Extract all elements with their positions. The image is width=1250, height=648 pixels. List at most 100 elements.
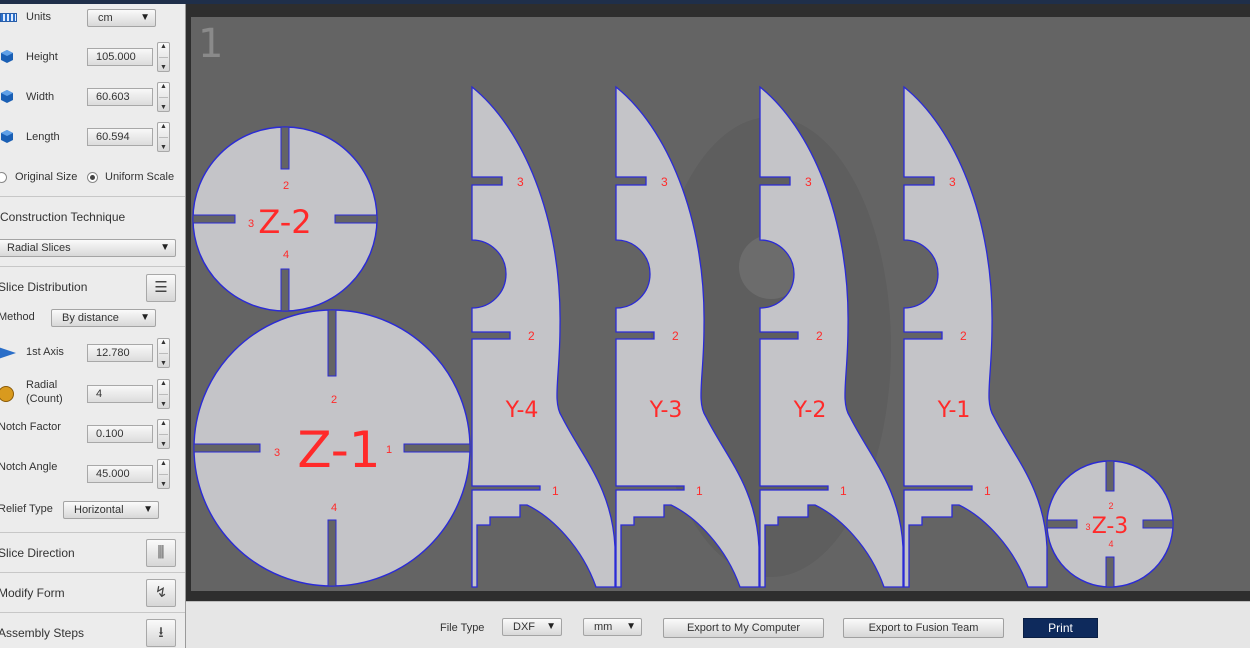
part-y4-notch-1: 1 <box>552 484 559 498</box>
original-size-radio[interactable] <box>0 172 7 183</box>
settings-panel: Units cm ▼ Height 105.000 Width 60.603 Le… <box>0 4 186 648</box>
part-y1-notch-3: 3 <box>949 175 956 189</box>
part-y1[interactable]: Y-1 3 2 1 <box>903 85 1048 588</box>
part-y3-notch-3: 3 <box>661 175 668 189</box>
slicer-app: Units cm ▼ Height 105.000 Width 60.603 Le… <box>0 0 1250 648</box>
part-z2-notch-bottom: 4 <box>283 249 289 261</box>
modify-form-section[interactable]: Modify Form ↯ <box>0 572 185 612</box>
radial-count-stepper[interactable] <box>157 379 170 409</box>
notch-angle-stepper[interactable] <box>157 459 170 489</box>
file-type-label: File Type <box>440 622 485 634</box>
part-z1-label: Z-1 <box>297 421 380 479</box>
notch-factor-label: Notch Factor <box>0 421 61 433</box>
part-y1-notch-2: 2 <box>960 329 967 343</box>
part-z2-label: Z-2 <box>258 203 311 241</box>
first-axis-input[interactable]: 12.780 <box>87 344 153 362</box>
construction-select[interactable]: Radial Slices ▼ <box>0 239 176 257</box>
part-z3-label: Z-3 <box>1092 514 1129 539</box>
length-label: Length <box>26 131 60 143</box>
part-y4-notch-2: 2 <box>528 329 535 343</box>
construction-value: Radial Slices <box>7 242 71 254</box>
modify-form-title: Modify Form <box>0 586 65 600</box>
part-z1[interactable]: Z-1 2 3 1 4 <box>193 309 471 587</box>
length-cube-icon <box>1 130 13 143</box>
part-y3-label: Y-3 <box>649 398 683 423</box>
axis-arrow-icon <box>0 347 16 359</box>
height-input[interactable]: 105.000 <box>87 48 153 66</box>
slice-distribution-title: Slice Distribution <box>0 280 88 294</box>
part-z1-notch-bottom: 4 <box>331 502 337 514</box>
units-icon <box>0 13 17 22</box>
chevron-down-icon: ▼ <box>546 621 556 632</box>
notch-factor-stepper[interactable] <box>157 419 170 449</box>
units-value: cm <box>98 12 113 24</box>
slices-icon: ⫼ <box>157 544 165 561</box>
part-y4[interactable]: Y-4 3 2 1 <box>471 85 616 588</box>
radial-circle-icon <box>0 386 14 402</box>
radial-count-label: (Count) <box>26 393 63 405</box>
construction-title: Construction Technique <box>0 210 126 224</box>
export-to-computer-button[interactable]: Export to My Computer <box>663 618 824 638</box>
part-z3[interactable]: Z-3 2 3 4 <box>1046 460 1174 588</box>
units-select[interactable]: cm ▼ <box>87 9 156 27</box>
assembly-steps-section[interactable]: Assembly Steps ⭳ <box>0 612 185 648</box>
part-y2-notch-1: 1 <box>840 484 847 498</box>
part-y3-notch-2: 2 <box>672 329 679 343</box>
file-type-value: DXF <box>513 621 535 633</box>
part-z2-notch-top: 2 <box>283 180 289 192</box>
original-size-label: Original Size <box>15 171 78 183</box>
file-type-select[interactable]: DXF ▼ <box>502 618 562 636</box>
notch-factor-input[interactable]: 0.100 <box>87 425 153 443</box>
uniform-scale-radio[interactable] <box>87 172 98 183</box>
curve-icon: ↯ <box>154 584 168 601</box>
parts-drawing: Z-2 2 3 4 Z-1 2 3 1 4 Z-3 2 3 4 Y-4 3 2 … <box>192 85 1174 588</box>
assembly-steps-button[interactable]: ⭳ <box>146 619 176 647</box>
part-z3-notch-left: 3 <box>1085 522 1090 532</box>
length-input[interactable]: 60.594 <box>87 128 153 146</box>
part-y4-notch-3: 3 <box>517 175 524 189</box>
relief-type-value: Horizontal <box>74 504 124 516</box>
export-to-fusion-button[interactable]: Export to Fusion Team <box>843 618 1004 638</box>
part-y2-notch-3: 3 <box>805 175 812 189</box>
units-label: Units <box>26 11 52 23</box>
width-cube-icon <box>1 90 13 103</box>
construction-section: Construction Technique Radial Slices ▼ <box>0 196 185 266</box>
export-unit-select[interactable]: mm ▼ <box>583 618 642 636</box>
chevron-down-icon: ▼ <box>160 242 170 253</box>
chevron-down-icon: ▼ <box>140 312 150 323</box>
part-z3-notch-top: 2 <box>1108 501 1113 511</box>
width-input[interactable]: 60.603 <box>87 88 153 106</box>
method-select[interactable]: By distance ▼ <box>51 309 156 327</box>
modify-form-button[interactable]: ↯ <box>146 579 176 607</box>
notch-angle-label: Notch Angle <box>0 461 58 473</box>
print-button[interactable]: Print <box>1023 618 1098 638</box>
length-stepper[interactable] <box>157 122 170 152</box>
relief-type-label: Relief Type <box>0 503 53 515</box>
assembly-steps-title: Assembly Steps <box>0 626 85 640</box>
uniform-scale-label: Uniform Scale <box>105 171 175 183</box>
height-stepper[interactable] <box>157 42 170 72</box>
slice-direction-section[interactable]: Slice Direction ⫼ <box>0 532 185 572</box>
steps-icon: ⭳ <box>158 624 164 641</box>
relief-type-select[interactable]: Horizontal ▼ <box>63 501 159 519</box>
width-label: Width <box>26 91 55 103</box>
radial-label: Radial <box>26 379 58 391</box>
slice-direction-title: Slice Direction <box>0 546 75 560</box>
chevron-down-icon: ▼ <box>143 504 153 515</box>
slice-direction-button[interactable]: ⫼ <box>146 539 176 567</box>
notch-angle-input[interactable]: 45.000 <box>87 465 153 483</box>
first-axis-label: 1st Axis <box>26 346 64 358</box>
part-z1-notch-left: 3 <box>274 447 280 459</box>
width-stepper[interactable] <box>157 82 170 112</box>
part-z3-notch-bottom: 4 <box>1108 539 1113 549</box>
radial-count-input[interactable]: 4 <box>87 385 153 403</box>
layout-canvas[interactable]: 1 Z-2 2 3 4 Z-1 2 3 1 4 Z-3 2 3 4 Y-4 3 … <box>186 4 1250 601</box>
part-y2-notch-2: 2 <box>816 329 823 343</box>
method-label: Method <box>0 311 35 323</box>
method-value: By distance <box>62 312 119 324</box>
list-icon: ☰ <box>154 279 168 296</box>
part-z1-notch-top: 2 <box>331 394 337 406</box>
slice-distribution-button[interactable]: ☰ <box>146 274 176 302</box>
part-z2[interactable]: Z-2 2 3 4 <box>192 126 378 312</box>
first-axis-stepper[interactable] <box>157 338 170 368</box>
